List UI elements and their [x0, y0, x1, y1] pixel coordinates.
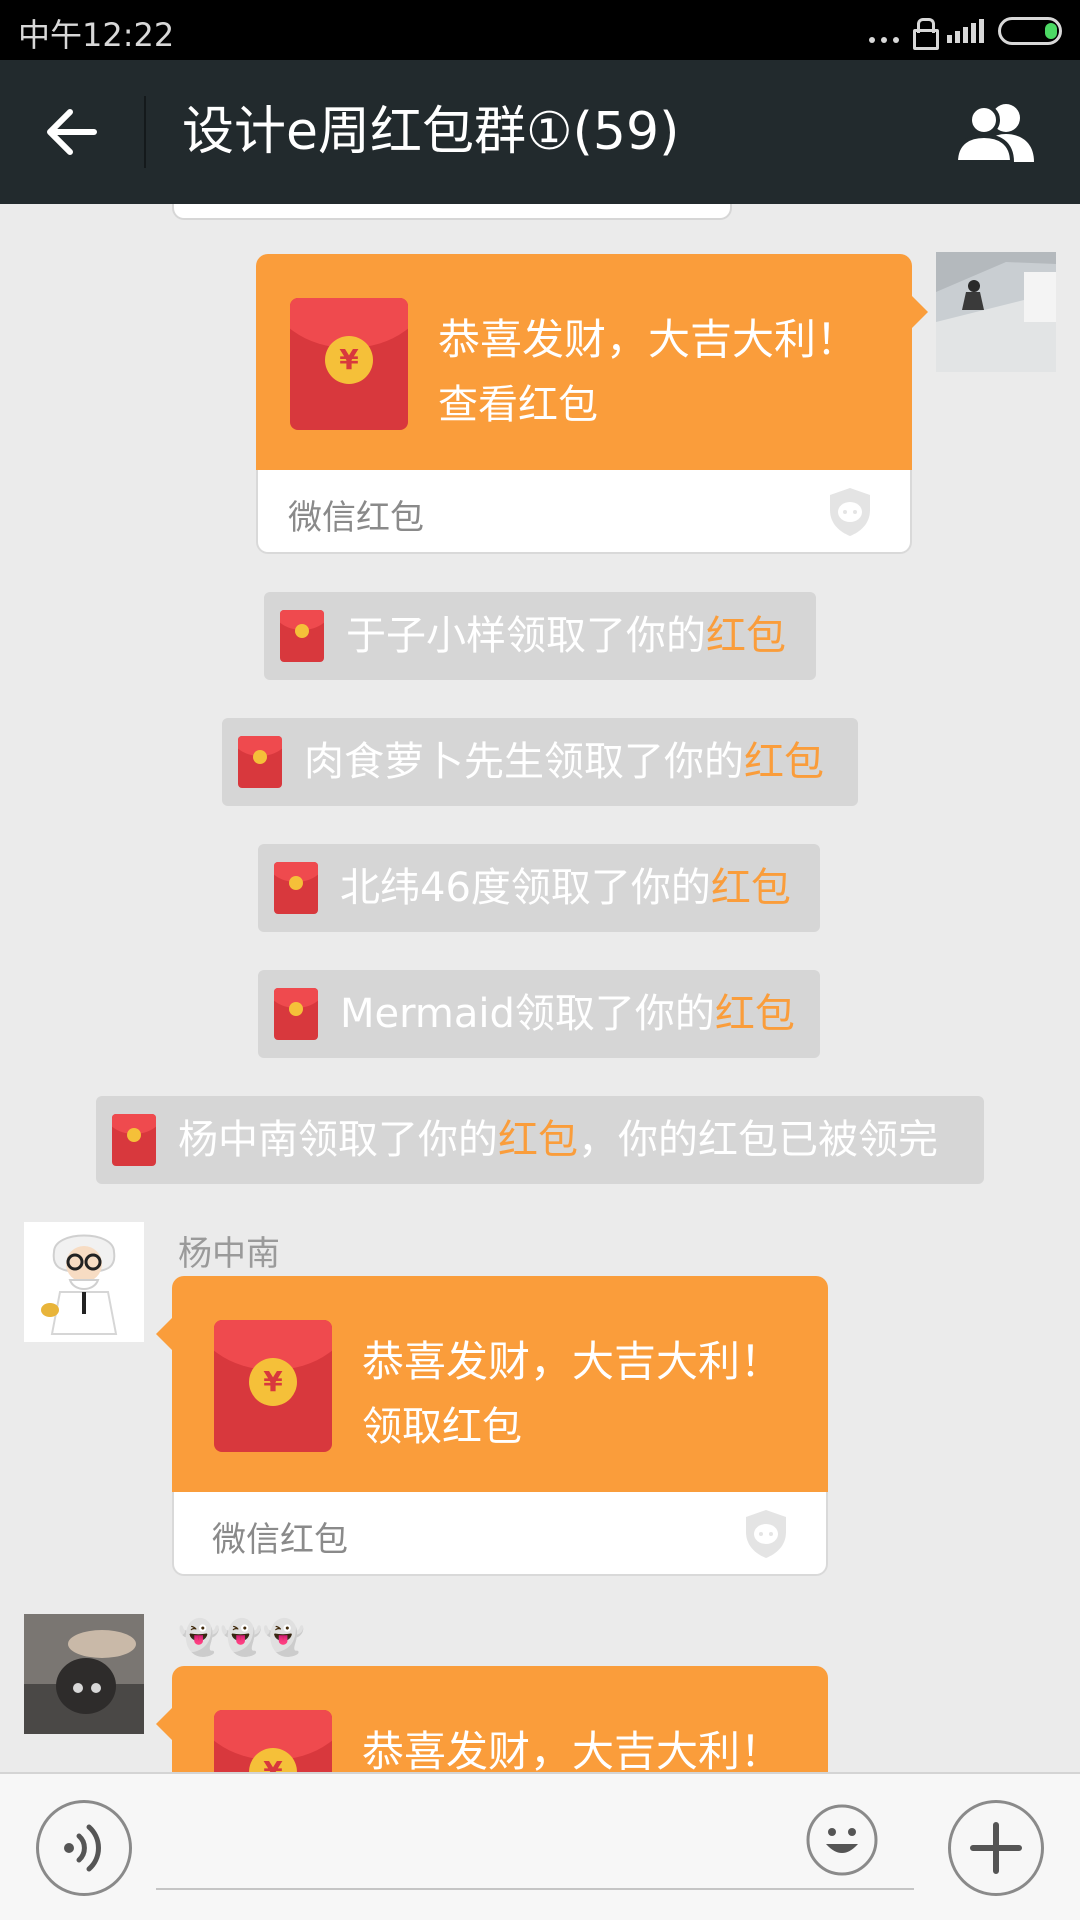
mini-red-envelope-icon — [280, 610, 324, 662]
status-bar: 中午12:22 — [0, 0, 1080, 60]
red-packet-link[interactable]: 红包 — [706, 613, 786, 659]
message-input[interactable] — [156, 1814, 914, 1890]
chat-area[interactable]: ¥ 恭喜发财，大吉大利！ 查看红包 微信红包 于子小样领取了你的红包 肉食萝卜先… — [0, 204, 1080, 1772]
bubble-arrow — [156, 1708, 172, 1740]
system-notice: Mermaid领取了你的红包 — [258, 970, 820, 1058]
back-button[interactable] — [44, 104, 100, 160]
sender-name: 👻👻👻 — [178, 1618, 306, 1658]
notice-user: 北纬46度 — [340, 865, 511, 911]
battery-icon — [998, 17, 1062, 45]
more-dots-icon — [869, 19, 899, 43]
sender-avatar[interactable] — [24, 1614, 144, 1734]
red-packet-greeting: 恭喜发财，大吉大利！ — [362, 1727, 783, 1772]
signal-icon — [947, 19, 984, 43]
received-red-packet[interactable]: ¥ 恭喜发财，大吉大利！ 领取红包 微信红包 — [156, 1276, 828, 1576]
more-button[interactable] — [948, 1800, 1044, 1896]
status-icons — [869, 16, 1062, 50]
red-packet-brand: 微信红包 — [288, 498, 424, 538]
red-packet-greeting: 恭喜发财，大吉大利！ — [362, 1337, 783, 1386]
chat-header: 设计e周红包群①(59) — [0, 60, 1080, 204]
system-notice: 北纬46度领取了你的红包 — [258, 844, 820, 932]
mini-red-envelope-icon — [112, 1114, 156, 1166]
red-packet-footer: 微信红包 — [172, 1492, 828, 1576]
header-divider — [144, 96, 146, 168]
input-bar — [0, 1772, 1080, 1920]
bubble-arrow — [156, 1318, 172, 1350]
mini-red-envelope-icon — [238, 736, 282, 788]
sender-name: 杨中南 — [178, 1234, 280, 1274]
emoji-button[interactable] — [806, 1804, 878, 1876]
red-packet-link[interactable]: 红包 — [498, 1117, 578, 1163]
mini-red-envelope-icon — [274, 988, 318, 1040]
system-notice: 于子小样领取了你的红包 — [264, 592, 816, 680]
emoji-icon — [806, 1804, 878, 1876]
group-members-button[interactable] — [953, 100, 1038, 164]
voice-icon — [64, 1824, 101, 1872]
notice-text: 领取了你的 — [514, 991, 715, 1037]
notice-text: 领取了你的 — [298, 1117, 498, 1163]
system-notice: 肉食萝卜先生领取了你的红包 — [222, 718, 858, 806]
plus-icon — [970, 1822, 1022, 1874]
received-red-packet[interactable]: ¥ 恭喜发财，大吉大利！ — [156, 1666, 828, 1772]
system-notice: 杨中南领取了你的红包，你的红包已被领完 — [96, 1096, 984, 1184]
red-packet-footer: 微信红包 — [256, 470, 912, 554]
red-packet-link[interactable]: 红包 — [715, 991, 795, 1037]
sent-red-packet[interactable]: ¥ 恭喜发财，大吉大利！ 查看红包 微信红包 — [256, 254, 928, 554]
red-envelope-icon: ¥ — [214, 1710, 332, 1772]
red-packet-body: ¥ 恭喜发财，大吉大利！ 领取红包 — [172, 1276, 828, 1492]
notice-user: 于子小样 — [346, 613, 506, 659]
red-packet-link[interactable]: 红包 — [744, 739, 824, 785]
my-avatar[interactable] — [936, 252, 1056, 372]
previous-message-edge — [172, 204, 732, 220]
shield-icon — [830, 488, 870, 536]
notice-text: 领取了你的 — [510, 865, 711, 911]
page-title: 设计e周红包群①(59) — [182, 102, 680, 162]
notice-user: Mermaid — [340, 991, 515, 1037]
red-envelope-icon: ¥ — [214, 1320, 332, 1452]
shield-icon — [746, 1510, 786, 1558]
red-packet-greeting: 恭喜发财，大吉大利！ — [438, 315, 859, 364]
notice-text: 领取了你的 — [544, 739, 744, 785]
avatar-photo — [24, 1222, 144, 1342]
bubble-arrow — [912, 296, 928, 328]
status-time: 中午12:22 — [18, 16, 175, 54]
sender-avatar[interactable] — [24, 1222, 144, 1342]
group-icon — [953, 104, 1034, 164]
lock-icon — [913, 18, 939, 50]
notice-user: 杨中南 — [178, 1117, 298, 1163]
mini-red-envelope-icon — [274, 862, 318, 914]
red-packet-action: 查看红包 — [438, 382, 598, 428]
notice-extra: ，你的红包已被领完 — [578, 1117, 938, 1163]
red-packet-body: ¥ 恭喜发财，大吉大利！ 查看红包 — [256, 254, 912, 470]
voice-button[interactable] — [36, 1800, 132, 1896]
avatar-photo — [936, 252, 1056, 372]
arrow-left-icon — [47, 109, 97, 155]
red-packet-body: ¥ 恭喜发财，大吉大利！ — [172, 1666, 828, 1772]
notice-text: 领取了你的 — [506, 613, 706, 659]
avatar-photo — [24, 1614, 144, 1734]
red-packet-action: 领取红包 — [362, 1404, 522, 1450]
notice-user: 肉食萝卜先生 — [304, 739, 544, 785]
red-packet-brand: 微信红包 — [212, 1520, 348, 1560]
red-envelope-icon: ¥ — [290, 298, 408, 430]
red-packet-link[interactable]: 红包 — [711, 865, 791, 911]
